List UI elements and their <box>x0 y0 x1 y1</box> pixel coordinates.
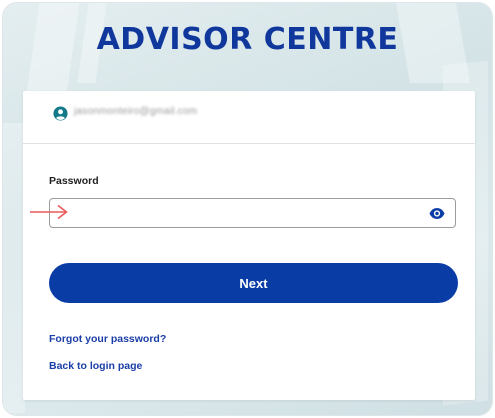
password-input[interactable] <box>58 200 422 228</box>
arrow-annotation-icon <box>30 204 68 220</box>
brand-title: ADVISOR CENTRE <box>96 22 399 57</box>
forgot-password-link[interactable]: Forgot your password? <box>49 333 166 345</box>
background-decoration <box>3 123 25 413</box>
user-email: jasonmonteiro@gmail.com <box>74 106 198 117</box>
user-circle-icon <box>53 106 68 121</box>
user-row: jasonmonteiro@gmail.com <box>23 91 475 144</box>
login-card: jasonmonteiro@gmail.com Password Next Fo… <box>23 91 475 400</box>
eye-icon[interactable] <box>429 207 445 220</box>
back-to-login-link[interactable]: Back to login page <box>49 360 142 372</box>
next-button[interactable]: Next <box>49 263 458 303</box>
password-field[interactable] <box>49 198 456 228</box>
password-label: Password <box>49 175 99 187</box>
